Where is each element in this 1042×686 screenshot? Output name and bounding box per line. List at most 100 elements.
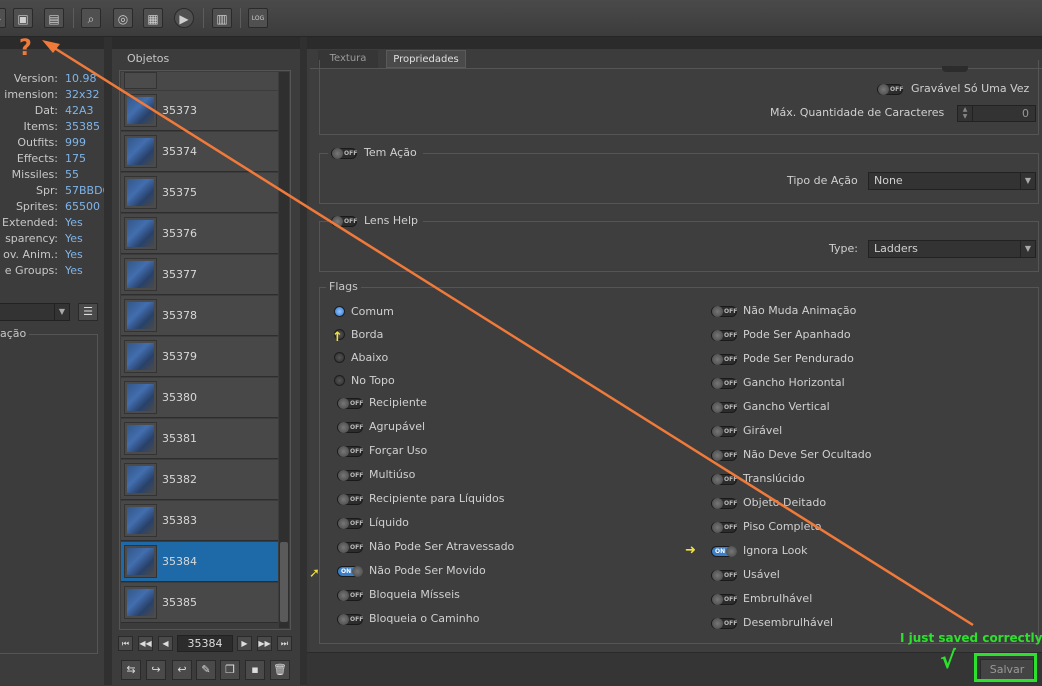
list-item[interactable]: 35379 [121, 337, 278, 377]
duplicate-icon[interactable]: ❐ [220, 660, 240, 680]
objects-title: Objetos [127, 52, 170, 65]
flag-toggle[interactable]: OFF [711, 570, 737, 581]
partial-icon[interactable]: › [0, 8, 6, 28]
max-chars-stepper[interactable]: ▲ ▼ 0 [957, 105, 1036, 122]
flag-toggle[interactable]: OFF [337, 470, 363, 481]
list-item[interactable]: 35376 [121, 214, 278, 254]
page-input[interactable]: 35384 [177, 635, 233, 652]
next-icon[interactable]: ▶ [237, 636, 252, 651]
replace-icon[interactable]: ⇆ [121, 660, 141, 680]
flag-label: Recipiente [369, 396, 427, 409]
import-icon[interactable]: ▥ [212, 8, 232, 28]
flag-toggle[interactable]: OFF [711, 378, 737, 389]
sprite-thumbnail [124, 135, 157, 168]
lens-help-label: Lens Help [364, 214, 418, 227]
question-mark-icon: ? [19, 36, 32, 61]
info-label: Items: [23, 120, 58, 133]
flag-toggle[interactable]: OFF [711, 450, 737, 461]
list-item[interactable]: 35380 [121, 378, 278, 418]
type-select[interactable]: Ladders ▼ [868, 240, 1036, 258]
prev-fast-icon[interactable]: ◀◀ [138, 636, 153, 651]
flag-radio-label: No Topo [351, 374, 395, 387]
tipo-acao-select[interactable]: None ▼ [868, 172, 1036, 190]
screenshot-icon[interactable]: ◎ [113, 8, 133, 28]
list-item[interactable]: 35374 [121, 132, 278, 172]
sprites-icon[interactable]: ▦ [143, 8, 163, 28]
tem-acao-label: Tem Ação [364, 146, 417, 159]
yellow-arrow-up-icon: ↑ [332, 330, 343, 345]
flag-label: Bloqueia Mísseis [369, 588, 460, 601]
info-row: Effects: 175 [0, 152, 110, 168]
tem-acao-toggle[interactable]: OFF [331, 148, 357, 159]
edit-icon[interactable]: ✎ [196, 660, 216, 680]
flag-toggle[interactable]: OFF [711, 402, 737, 413]
info-label: imension: [4, 88, 58, 101]
gravavel-toggle[interactable]: OFF [877, 84, 903, 95]
flag-toggle[interactable]: OFF [711, 306, 737, 317]
object-id: 35375 [162, 186, 197, 199]
flag-toggle[interactable]: OFF [711, 498, 737, 509]
info-row: Items: 35385 [0, 120, 110, 136]
save-icon[interactable]: ▣ [13, 8, 33, 28]
log-icon[interactable]: LOG [248, 8, 268, 28]
next-fast-icon[interactable]: ▶▶ [257, 636, 272, 651]
flag-toggle[interactable]: OFF [711, 354, 737, 365]
first-page-icon[interactable]: ⏮ [118, 636, 133, 651]
import-icon[interactable]: ↩ [172, 660, 192, 680]
flag-toggle[interactable]: ON [711, 546, 737, 557]
list-scrollbar[interactable] [279, 72, 289, 628]
lens-help-toggle[interactable]: OFF [331, 216, 357, 227]
flag-toggle[interactable]: ON [337, 566, 363, 577]
flag-toggle[interactable]: OFF [711, 474, 737, 485]
flag-radio[interactable] [334, 306, 345, 317]
list-item[interactable]: 35381 [121, 419, 278, 459]
flag-label: Bloqueia o Caminho [369, 612, 480, 625]
list-item[interactable]: 35373 [121, 91, 278, 131]
prev-icon[interactable]: ◀ [158, 636, 173, 651]
flag-toggle[interactable]: OFF [337, 398, 363, 409]
export-icon[interactable]: ↪ [146, 660, 166, 680]
flag-toggle[interactable]: OFF [337, 614, 363, 625]
list-item[interactable]: 35383 [121, 501, 278, 541]
chevron-down-icon: ▼ [1020, 173, 1035, 189]
flag-toggle[interactable]: OFF [337, 422, 363, 433]
flag-toggle[interactable]: OFF [337, 494, 363, 505]
chevron-down-icon: ▼ [54, 304, 69, 320]
play-icon[interactable]: ▶ [174, 8, 194, 28]
flag-label: Translúcido [743, 472, 805, 485]
list-item[interactable]: 35384 [121, 542, 278, 582]
flag-toggle[interactable]: OFF [337, 542, 363, 553]
version-select[interactable]: ▼ [0, 303, 70, 321]
flag-toggle[interactable]: OFF [711, 618, 737, 629]
flag-toggle[interactable]: OFF [711, 594, 737, 605]
info-value: 57BBD6 [65, 184, 110, 197]
flag-radio[interactable] [334, 352, 345, 363]
list-item[interactable]: 35378 [121, 296, 278, 336]
info-value: Yes [65, 248, 83, 261]
flag-label: Girável [743, 424, 783, 437]
flag-radio[interactable] [334, 375, 345, 386]
list-item[interactable]: 35385 [121, 583, 278, 623]
splitter[interactable] [300, 37, 307, 685]
info-label: Dat: [34, 104, 58, 117]
flag-toggle[interactable]: OFF [337, 590, 363, 601]
last-page-icon[interactable]: ⏭ [277, 636, 292, 651]
list-options-icon[interactable]: ☰ [78, 303, 98, 321]
flag-toggle[interactable]: OFF [337, 518, 363, 529]
object-id: 35381 [162, 432, 197, 445]
find-icon[interactable]: ⌕ [81, 8, 101, 28]
new-icon[interactable]: ▪ [245, 660, 265, 680]
flag-toggle[interactable]: OFF [711, 522, 737, 533]
flag-toggle[interactable]: OFF [711, 330, 737, 341]
sprite-thumbnail [124, 422, 157, 455]
list-item[interactable]: 35382 [121, 460, 278, 500]
flag-toggle[interactable]: OFF [337, 446, 363, 457]
flag-toggle[interactable]: OFF [711, 426, 737, 437]
stepper-arrows-icon[interactable]: ▲ ▼ [958, 106, 973, 121]
save-as-icon[interactable]: ▤ [44, 8, 64, 28]
list-item[interactable]: 35377 [121, 255, 278, 295]
splitter[interactable] [104, 37, 112, 685]
delete-icon[interactable]: 🗑 [270, 660, 290, 680]
sprite-thumbnail [124, 299, 157, 332]
list-item[interactable]: 35375 [121, 173, 278, 213]
